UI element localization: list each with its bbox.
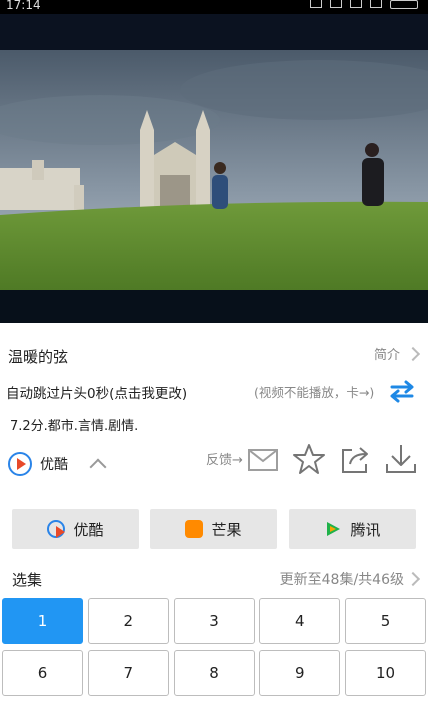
video-frame-scene: [0, 50, 428, 290]
chevron-right-icon: [405, 571, 421, 587]
player-bottom-bar[interactable]: [0, 290, 428, 323]
youku-icon: [8, 452, 32, 476]
episode-button[interactable]: 10: [345, 650, 426, 696]
episode-button[interactable]: 7: [87, 650, 169, 696]
show-meta: 7.2分.都市.言情.剧情.: [10, 419, 139, 434]
status-bar: 17:14: [0, 0, 428, 14]
source-tencent-label: 腾讯: [350, 520, 381, 539]
status-icons: [310, 0, 418, 9]
mango-icon: [185, 520, 204, 538]
episode-button[interactable]: 2: [87, 598, 169, 644]
alarm-icon: [310, 0, 322, 8]
source-youku-label: 优酷: [73, 520, 104, 539]
status-time: 17:14: [6, 0, 41, 12]
episode-grid: 1 2 3 4 5 6 7 8 9 10: [2, 598, 426, 696]
player-top-bar[interactable]: [0, 14, 428, 50]
source-mango-label: 芒果: [211, 520, 242, 539]
battery-icon: [390, 0, 418, 9]
share-icon[interactable]: [338, 442, 372, 476]
current-source-name: 优酷: [40, 457, 68, 473]
signal-icon: [370, 0, 382, 8]
intro-label: 简介: [373, 348, 400, 363]
source-mango-button[interactable]: 芒果: [150, 509, 277, 549]
episodes-update-link[interactable]: 更新至48集/共46级: [279, 569, 421, 589]
episode-button[interactable]: 1: [2, 598, 83, 644]
chevron-up-icon[interactable]: [89, 458, 107, 476]
episode-button[interactable]: 3: [173, 598, 255, 644]
episodes-update-text: 更新至48集/共46级: [279, 572, 404, 588]
show-title: 温暖的弦: [8, 348, 69, 366]
signal-icon: [350, 0, 362, 8]
video-player[interactable]: [0, 50, 428, 290]
source-tencent-button[interactable]: 腾讯: [289, 509, 416, 549]
download-icon[interactable]: [384, 442, 418, 476]
cant-play-text[interactable]: (视频不能播放，卡→): [254, 382, 374, 401]
current-source-selector[interactable]: 优酷: [8, 452, 107, 476]
episode-button[interactable]: 8: [173, 650, 255, 696]
chevron-right-icon: [405, 346, 421, 361]
source-youku-button[interactable]: 优酷: [12, 509, 139, 549]
episode-button[interactable]: 5: [345, 598, 426, 644]
episodes-heading: 选集: [12, 571, 43, 589]
intro-link[interactable]: 简介: [373, 344, 421, 363]
episode-button[interactable]: 4: [259, 598, 341, 644]
youku-icon: [47, 520, 66, 538]
star-icon[interactable]: [292, 442, 326, 476]
mail-icon[interactable]: [246, 442, 280, 476]
episode-button[interactable]: 9: [259, 650, 341, 696]
feedback-label[interactable]: 反馈→: [206, 449, 243, 468]
wifi-icon: [330, 0, 342, 8]
tencent-icon: [327, 522, 341, 536]
episode-button[interactable]: 6: [2, 650, 83, 696]
skip-intro-setting[interactable]: 自动跳过片头0秒(点击我更改): [6, 382, 187, 402]
swap-arrows-icon[interactable]: [388, 379, 416, 403]
